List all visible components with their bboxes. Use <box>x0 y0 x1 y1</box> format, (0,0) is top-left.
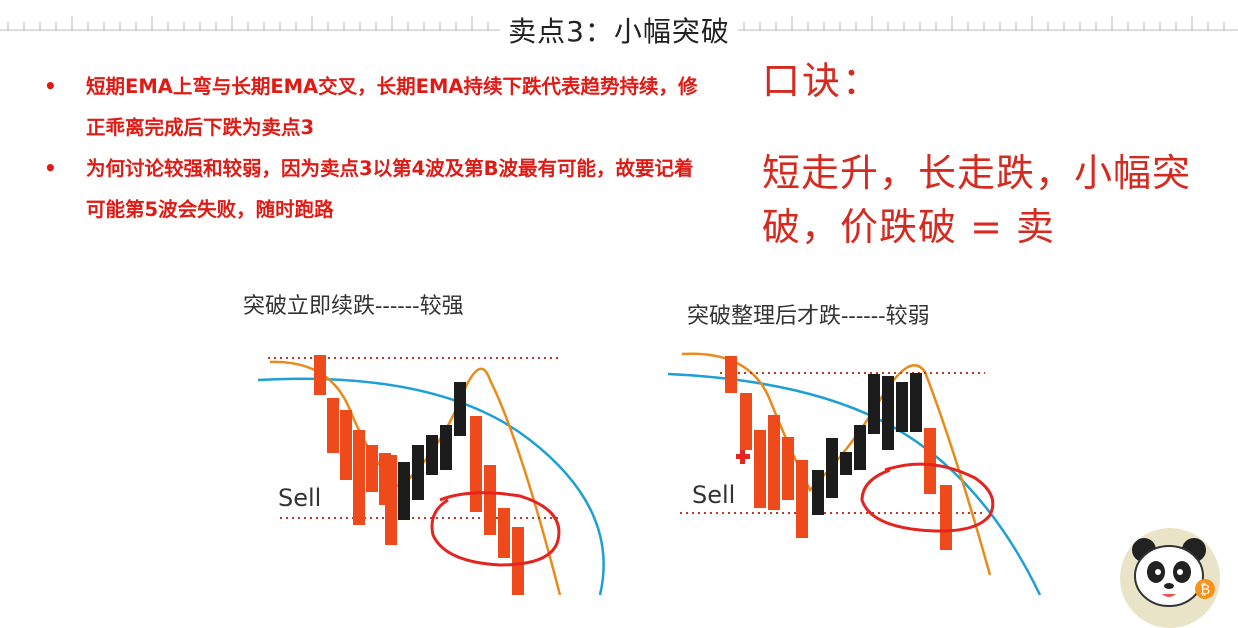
candle <box>340 410 352 480</box>
candle <box>470 416 482 512</box>
candle <box>812 470 824 515</box>
candle <box>426 435 438 475</box>
candle <box>796 460 808 538</box>
bitcoin-icon: ₿ <box>1195 579 1215 599</box>
candle <box>385 455 397 545</box>
candle <box>725 356 737 393</box>
candle <box>366 445 378 492</box>
candle <box>454 382 466 436</box>
candle <box>412 445 424 500</box>
candle <box>910 373 922 432</box>
candle <box>353 430 365 525</box>
candle <box>868 374 880 434</box>
candle <box>940 485 952 550</box>
candlestick-illustrations <box>257 352 1042 595</box>
candle <box>924 428 936 494</box>
candle <box>512 527 524 595</box>
candle <box>398 462 410 520</box>
candle <box>440 425 452 470</box>
svg-text:₿: ₿ <box>1200 582 1210 598</box>
candle <box>498 508 510 558</box>
candle <box>327 398 339 453</box>
candle <box>740 393 752 450</box>
cursor-plus-icon <box>740 450 745 464</box>
candle <box>314 355 326 395</box>
candle <box>826 438 838 498</box>
candle <box>840 452 852 475</box>
candle <box>768 415 780 510</box>
candle <box>782 437 794 500</box>
candle <box>896 382 908 432</box>
candle <box>882 376 894 450</box>
candle <box>754 430 766 508</box>
candle <box>484 465 496 535</box>
candle <box>854 425 866 470</box>
panda-avatar-icon: ₿ <box>1120 528 1220 628</box>
